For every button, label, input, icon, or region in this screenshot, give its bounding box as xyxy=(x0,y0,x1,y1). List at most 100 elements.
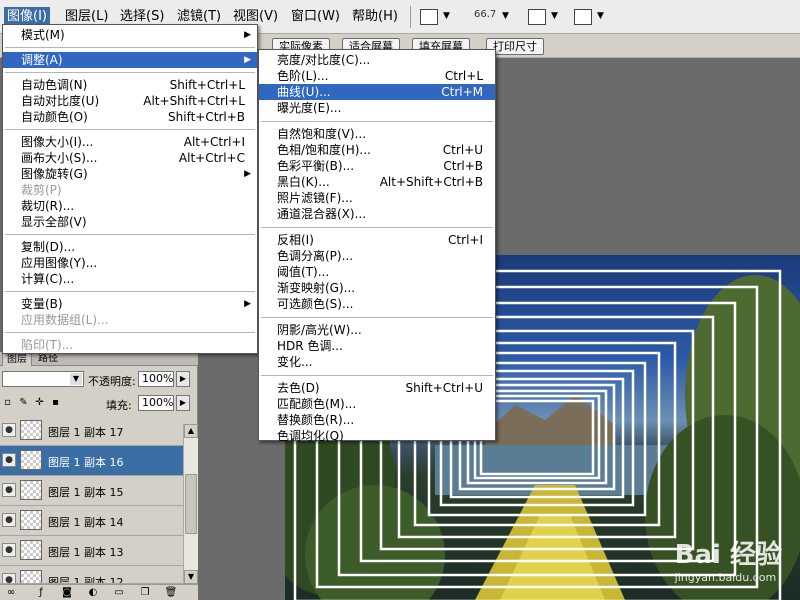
panel-bottom-toolbar: ∞ ƒ ◙ ◐ ▭ ❐ 🗑 xyxy=(0,584,198,600)
menu-item[interactable]: 色阶(L)... Ctrl+L xyxy=(259,68,495,84)
layer-style-icon[interactable]: ƒ xyxy=(34,586,48,599)
menu-item[interactable]: 亮度/对比度(C)... xyxy=(259,52,495,68)
link-layers-icon[interactable]: ∞ xyxy=(4,586,18,599)
menu-item[interactable]: 自动对比度(U) Alt+Shift+Ctrl+L xyxy=(3,93,257,109)
menu-item[interactable]: 自动色调(N) Shift+Ctrl+L xyxy=(3,77,257,93)
lock-transparency-icon[interactable]: ▫ xyxy=(2,397,13,408)
menu-item-label: 显示全部(V) xyxy=(21,215,87,229)
blend-mode-select[interactable]: ▼ xyxy=(2,371,84,387)
new-layer-icon[interactable]: ❐ xyxy=(138,586,152,599)
menu-item[interactable]: 图像旋转(G) ▶ xyxy=(3,166,257,182)
screen-mode-icon[interactable] xyxy=(420,9,438,25)
tab-layers[interactable]: 图层 xyxy=(2,352,32,366)
scrollbar-thumb[interactable] xyxy=(185,474,197,534)
adjustment-layer-icon[interactable]: ◐ xyxy=(86,586,100,599)
tab-paths[interactable]: 路径 xyxy=(34,352,62,366)
chevron-down-icon[interactable]: ▼ xyxy=(443,11,450,21)
visibility-eye-icon[interactable]: ● xyxy=(2,573,16,583)
layer-row-selected[interactable]: ● 图层 1 副本 16 xyxy=(0,446,183,476)
layer-row[interactable]: ● 图层 1 副本 17 xyxy=(0,416,183,446)
menu-item[interactable]: 曲线(U)... Ctrl+M xyxy=(259,84,495,100)
menu-item[interactable]: 计算(C)... xyxy=(3,271,257,287)
layer-thumbnail xyxy=(20,450,42,470)
layer-mask-icon[interactable]: ◙ xyxy=(60,586,74,599)
menu-item[interactable]: 色调分离(P)... xyxy=(259,248,495,264)
menu-item[interactable]: 渐变映射(G)... xyxy=(259,280,495,296)
menu-item[interactable]: 自动颜色(O) Shift+Ctrl+B xyxy=(3,109,257,125)
lock-position-icon[interactable]: ✛ xyxy=(34,397,45,408)
menu-item[interactable]: 显示全部(V) xyxy=(3,214,257,230)
menu-window[interactable]: 窗口(W) xyxy=(288,7,343,27)
menu-item-label: 亮度/对比度(C)... xyxy=(277,53,371,67)
screen-mode-full-icon[interactable] xyxy=(574,9,592,25)
submenu-arrow-icon: ▶ xyxy=(244,55,251,65)
layer-row[interactable]: ● 图层 1 副本 15 xyxy=(0,476,183,506)
menu-item[interactable]: 应用数据组(L)... xyxy=(3,312,257,328)
menu-item[interactable]: 模式(M) ▶ xyxy=(3,27,257,43)
menu-item-label: 曝光度(E)... xyxy=(277,101,342,115)
menu-item[interactable]: 裁剪(P) xyxy=(3,182,257,198)
chevron-down-icon[interactable]: ▼ xyxy=(551,11,558,21)
visibility-eye-icon[interactable]: ● xyxy=(2,453,16,467)
fill-slider-arrow-icon[interactable]: ▶ xyxy=(176,395,190,411)
scroll-down-icon[interactable]: ▼ xyxy=(184,570,198,584)
menu-item[interactable]: 应用图像(Y)... xyxy=(3,255,257,271)
menu-item[interactable]: 裁切(R)... xyxy=(3,198,257,214)
menu-item[interactable]: 复制(D)... xyxy=(3,239,257,255)
menu-item[interactable]: 去色(D) Shift+Ctrl+U xyxy=(259,380,495,396)
menu-item-shortcut: Alt+Shift+Ctrl+L xyxy=(143,94,245,108)
menu-item-shortcut: Ctrl+L xyxy=(444,69,483,83)
menu-item[interactable]: 图像大小(I)... Alt+Ctrl+I xyxy=(3,134,257,150)
layer-thumbnail xyxy=(20,510,42,530)
menu-item-label: 复制(D)... xyxy=(21,240,76,254)
menu-item[interactable]: 变化... xyxy=(259,354,495,370)
menu-item[interactable]: 可选颜色(S)... xyxy=(259,296,495,312)
menu-item[interactable]: 照片滤镜(F)... xyxy=(259,190,495,206)
trash-icon[interactable]: 🗑 xyxy=(164,586,178,599)
menu-item-label: 画布大小(S)... xyxy=(21,151,98,165)
visibility-eye-icon[interactable]: ● xyxy=(2,543,16,557)
opacity-slider-arrow-icon[interactable]: ▶ xyxy=(176,371,190,387)
menu-item[interactable]: 匹配颜色(M)... xyxy=(259,396,495,412)
menu-item[interactable]: HDR 色调... xyxy=(259,338,495,354)
menu-item[interactable]: 通道混合器(X)... xyxy=(259,206,495,222)
menu-item[interactable]: 色调均化(Q) xyxy=(259,428,495,444)
menu-item[interactable]: 陷印(T)... xyxy=(3,337,257,353)
watermark-logo: Bai 经验 xyxy=(674,540,782,570)
zoom-level[interactable]: 66.7 xyxy=(474,9,496,20)
visibility-eye-icon[interactable]: ● xyxy=(2,513,16,527)
layer-row[interactable]: ● 图层 1 副本 13 xyxy=(0,536,183,566)
menu-item[interactable]: 曝光度(E)... xyxy=(259,100,495,116)
menu-item-label: 裁剪(P) xyxy=(21,183,62,197)
menu-item[interactable]: 调整(A) ▶ xyxy=(3,52,257,68)
menu-item[interactable]: 反相(I) Ctrl+I xyxy=(259,232,495,248)
menu-item[interactable]: 自然饱和度(V)... xyxy=(259,126,495,142)
visibility-eye-icon[interactable]: ● xyxy=(2,483,16,497)
arrange-documents-icon[interactable] xyxy=(528,9,546,25)
chevron-down-icon[interactable]: ▼ xyxy=(502,11,509,21)
menu-item[interactable]: 画布大小(S)... Alt+Ctrl+C xyxy=(3,150,257,166)
menu-item[interactable]: 变量(B) ▶ xyxy=(3,296,257,312)
visibility-eye-icon[interactable]: ● xyxy=(2,423,16,437)
opacity-field[interactable]: 100% xyxy=(138,371,174,387)
layer-row[interactable]: ● 图层 1 副本 14 xyxy=(0,506,183,536)
fill-field[interactable]: 100% xyxy=(138,395,174,411)
layer-row[interactable]: ● 图层 1 副本 12 xyxy=(0,566,183,584)
menu-item[interactable]: 阴影/高光(W)... xyxy=(259,322,495,338)
menu-item-label: 模式(M) xyxy=(21,28,65,42)
menu-item[interactable]: 黑白(K)... Alt+Shift+Ctrl+B xyxy=(259,174,495,190)
menu-item-label: 图像旋转(G) xyxy=(21,167,88,181)
menu-help[interactable]: 帮助(H) xyxy=(349,7,401,27)
menu-item-label: 陷印(T)... xyxy=(21,338,74,352)
lock-pixels-icon[interactable]: ✎ xyxy=(18,397,29,408)
chevron-down-icon: ▼ xyxy=(70,373,82,385)
menu-item[interactable]: 色相/饱和度(H)... Ctrl+U xyxy=(259,142,495,158)
menu-item[interactable]: 替换颜色(R)... xyxy=(259,412,495,428)
chevron-down-icon[interactable]: ▼ xyxy=(597,11,604,21)
scroll-up-icon[interactable]: ▲ xyxy=(184,424,198,438)
lock-all-icon[interactable]: ▪ xyxy=(50,397,61,408)
menu-item[interactable]: 阈值(T)... xyxy=(259,264,495,280)
menu-item[interactable]: 色彩平衡(B)... Ctrl+B xyxy=(259,158,495,174)
new-group-icon[interactable]: ▭ xyxy=(112,586,126,599)
layers-scrollbar[interactable]: ▲ ▼ xyxy=(183,424,198,600)
